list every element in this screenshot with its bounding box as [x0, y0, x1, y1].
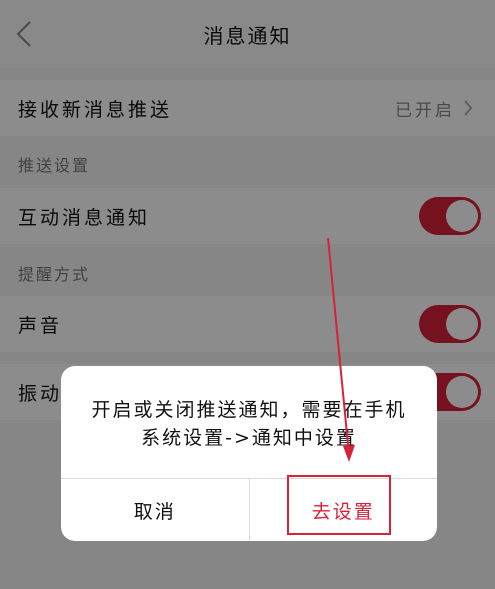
dialog-buttons: 取消 去设置	[61, 478, 437, 541]
go-settings-button[interactable]: 去设置	[250, 479, 438, 541]
cancel-button[interactable]: 取消	[61, 479, 250, 541]
push-settings-dialog: 开启或关闭推送通知，需要在手机系统设置->通知中设置 取消 去设置	[61, 366, 437, 541]
dialog-message: 开启或关闭推送通知，需要在手机系统设置->通知中设置	[91, 399, 407, 449]
